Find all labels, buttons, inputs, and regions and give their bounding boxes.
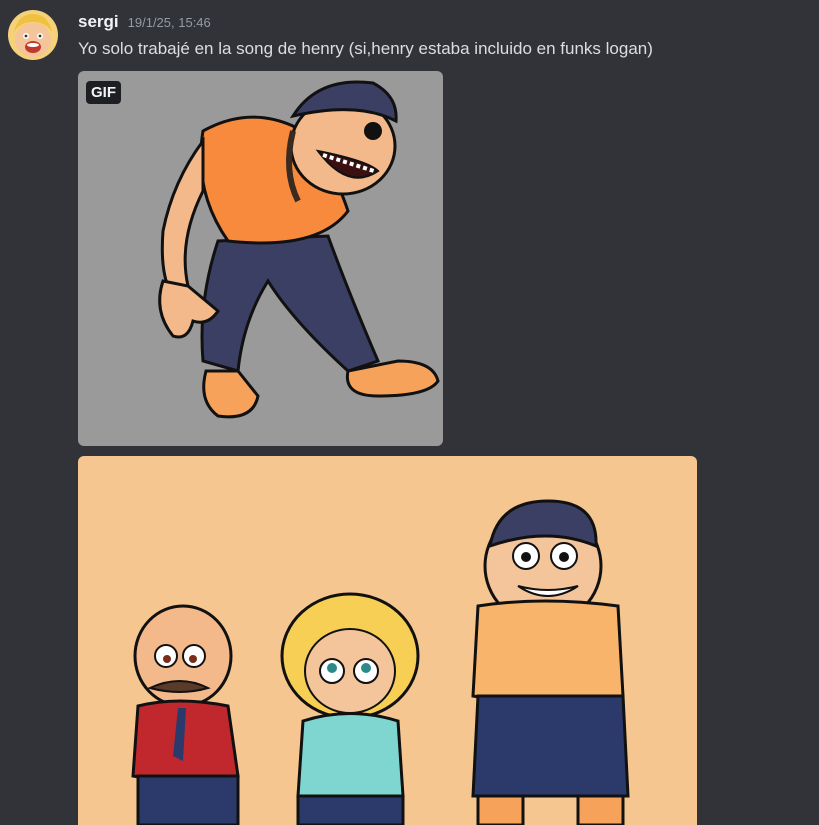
user-avatar[interactable] [8,10,58,60]
gif-attachment[interactable]: GIF [78,71,443,446]
username[interactable]: sergi [78,12,119,32]
bald-man-character [131,604,240,825]
message-header: sergi 19/1/25, 15:46 [78,12,211,34]
image-attachment[interactable] [78,456,697,825]
henry-character [471,499,630,825]
henry-character-illustration [158,80,440,419]
avatar-face-icon [8,10,58,60]
characters-illustration [131,499,630,825]
chat-message: sergi 19/1/25, 15:46 Yo solo trabajé en … [0,0,819,825]
gif-badge: GIF [86,81,121,104]
message-timestamp[interactable]: 19/1/25, 15:46 [128,15,211,30]
blonde-girl-character [280,592,420,825]
message-text: Yo solo trabajé en la song de henry (si,… [78,39,653,58]
